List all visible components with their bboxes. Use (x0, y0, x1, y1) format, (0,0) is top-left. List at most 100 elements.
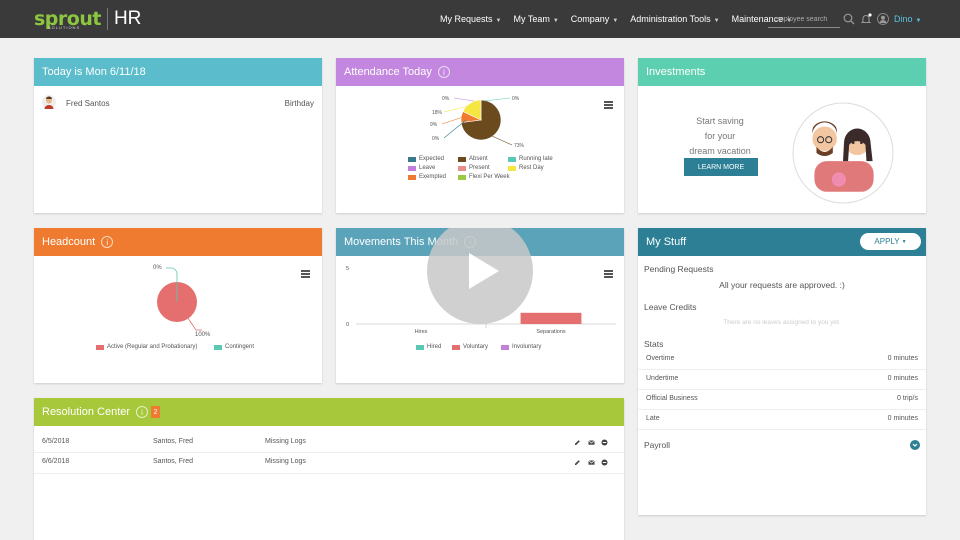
legend-label: Rest Day (519, 165, 544, 171)
legend-swatch (416, 344, 424, 350)
stat-row: Official Business 0 trip/s (638, 390, 926, 410)
stat-row: Late 0 minutes (638, 410, 926, 430)
sprout-logo[interactable]: sprout SOLUTIONS HR (34, 6, 141, 32)
legend-item[interactable]: Contingent (214, 344, 254, 350)
chart-menu-icon[interactable] (301, 270, 310, 278)
mail-icon[interactable] (588, 459, 595, 466)
legend-item[interactable]: Exempted (408, 174, 446, 180)
attendance-legend: Expected Absent Running late Leave Prese… (408, 156, 568, 186)
mail-icon[interactable] (588, 439, 595, 446)
legend-swatch (458, 174, 466, 180)
expand-chevron-icon[interactable] (910, 440, 920, 450)
legend-label: Voluntary (463, 344, 489, 350)
nav-company[interactable]: Company ▼ (571, 14, 618, 24)
slice-label: 0% (442, 96, 450, 102)
legend-item[interactable]: Active (Regular and Probationary) (96, 344, 197, 350)
pending-requests-text: All your requests are approved. :) (719, 280, 845, 290)
legend-label: Exempted (419, 174, 447, 180)
leader-line (483, 97, 511, 102)
legend-item[interactable]: Involuntary (501, 344, 541, 350)
apply-label: APPLY (874, 237, 900, 246)
card-title: Today is Mon 6/11/18 (42, 66, 146, 78)
legend-item[interactable]: Running late (508, 156, 553, 162)
investments-card: Investments Start saving for your dream … (638, 58, 926, 213)
stat-value: 0 minutes (887, 415, 918, 422)
legend-item[interactable]: Flexi Per Week (458, 174, 510, 180)
legend-label: Expected (419, 156, 445, 162)
legend-item[interactable]: Rest Day (508, 165, 544, 171)
minus-circle-icon[interactable] (601, 459, 608, 466)
legend-item[interactable]: Leave (408, 165, 435, 171)
stats-list: Overtime 0 minutes Undertime 0 minutes O… (638, 350, 926, 430)
legend-swatch (408, 156, 416, 162)
x-tick-label: Separations (536, 329, 566, 335)
nav-label: Administration Tools (630, 14, 711, 24)
avatar (42, 95, 56, 109)
attendance-card-header: Attendance Today i (336, 58, 624, 86)
legend-item[interactable]: Hired (416, 344, 441, 350)
logo-product: HR (113, 8, 142, 29)
nav-my-team[interactable]: My Team ▼ (513, 14, 558, 24)
event-type: Birthday (284, 99, 314, 108)
count-badge: 2 (151, 406, 161, 418)
top-navbar: sprout SOLUTIONS HR My Requests ▼ My Team… (0, 0, 960, 38)
resolution-center-card: Resolution Center i 2 6/5/2018 Santos, F… (34, 398, 624, 540)
legend-item[interactable]: Expected (408, 156, 444, 162)
nav-my-requests[interactable]: My Requests ▼ (440, 14, 501, 24)
legend-label: Contingent (225, 344, 255, 350)
legend-label: Present (469, 165, 490, 171)
movements-card: Movements This Month i 50HiresSeparation… (336, 228, 624, 383)
legend-label: Flexi Per Week (469, 174, 510, 180)
payroll-title: Payroll (644, 440, 670, 450)
chart-menu-icon[interactable] (604, 101, 613, 109)
resolution-card-header: Resolution Center i 2 (34, 398, 624, 426)
today-card: Today is Mon 6/11/18 Fred Santos Birthda… (34, 58, 322, 213)
resolution-table: 6/5/2018 Santos, Fred Missing Logs 6/6/2… (34, 432, 624, 474)
info-icon[interactable]: i (101, 236, 114, 248)
nav-label: My Team (513, 14, 550, 24)
edit-icon[interactable] (574, 459, 581, 466)
edit-icon[interactable] (574, 439, 581, 446)
stat-row: Overtime 0 minutes (638, 350, 926, 370)
avatar-icon[interactable] (877, 13, 889, 25)
nav-label: Company (570, 14, 610, 24)
user-name: Dino (894, 14, 913, 24)
row-issue: Missing Logs (265, 458, 306, 465)
info-icon[interactable]: i (136, 406, 149, 418)
user-menu[interactable]: Dino ▼ (894, 14, 921, 24)
slice-label: 100% (195, 332, 211, 338)
attendance-card: Attendance Today i 0% 18% 9% 0% 0% 73% Expect… (336, 58, 624, 213)
y-tick-label: 5 (346, 266, 349, 272)
stat-label: Overtime (646, 355, 675, 362)
x-tick-label: Hires (415, 329, 428, 335)
stat-label: Late (646, 415, 660, 422)
legend-swatch (214, 344, 222, 350)
legend-item[interactable]: Absent (458, 156, 488, 162)
table-row[interactable]: 6/5/2018 Santos, Fred Missing Logs (34, 432, 624, 453)
chevron-down-icon: ▼ (495, 18, 502, 24)
minus-circle-icon[interactable] (601, 439, 608, 446)
headcount-pie-chart (157, 267, 202, 331)
card-title: Headcount (42, 236, 96, 248)
info-icon[interactable]: i (437, 66, 450, 78)
apply-button[interactable]: APPLY ▼ (860, 233, 921, 250)
legend-label: Running late (519, 156, 553, 162)
legend-swatch (458, 156, 466, 162)
main-nav: My Requests ▼ My Team ▼ Company ▼ Administr… (440, 0, 804, 38)
legend-item[interactable]: Present (458, 165, 490, 171)
employee-search-input[interactable] (768, 12, 840, 28)
search-icon[interactable] (843, 13, 855, 25)
legend-item[interactable]: Voluntary (452, 344, 488, 350)
table-row[interactable]: 6/6/2018 Santos, Fred Missing Logs (34, 453, 624, 474)
nav-administration-tools[interactable]: Administration Tools ▼ (630, 14, 719, 24)
bell-icon[interactable] (860, 13, 872, 25)
logo-divider (106, 8, 108, 30)
celebrant-name[interactable]: Fred Santos (66, 99, 110, 108)
my-stuff-card: My Stuff APPLY ▼ Pending Requests All you… (638, 228, 926, 515)
movements-legend: Hired Voluntary Involuntary (416, 344, 576, 354)
legend-label: Leave (419, 165, 436, 171)
leader-line (443, 119, 467, 139)
learn-more-button[interactable]: LEARN MORE (684, 158, 758, 176)
play-video-icon[interactable] (427, 228, 533, 324)
chevron-down-icon: ▼ (552, 18, 559, 24)
